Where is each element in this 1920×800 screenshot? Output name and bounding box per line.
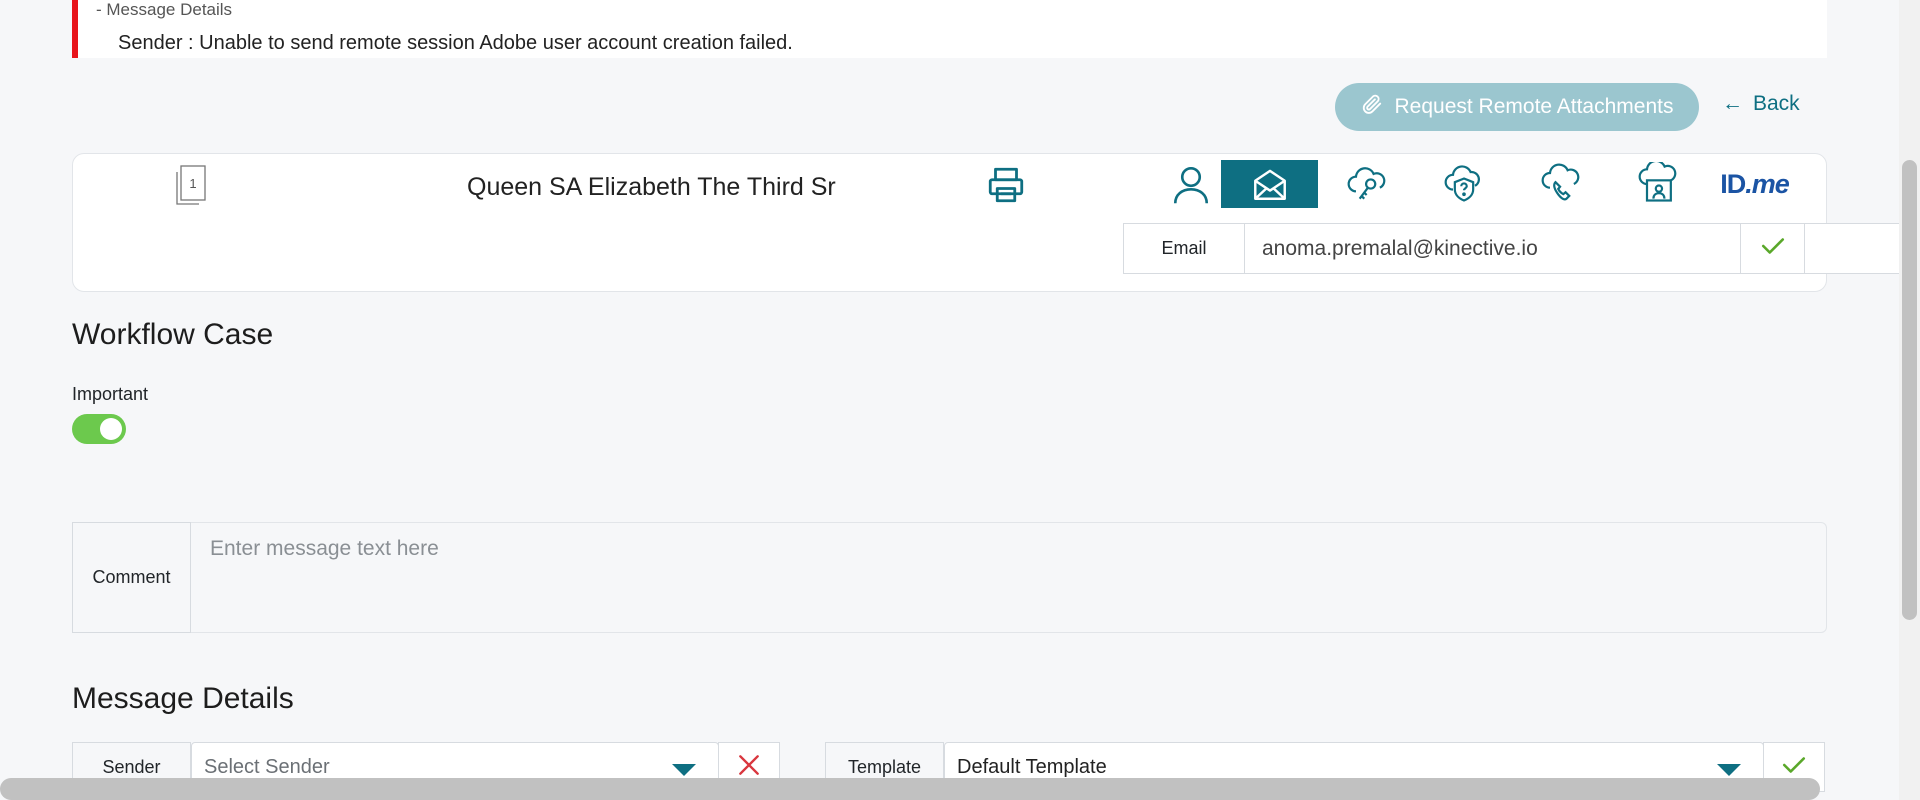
back-label: Back bbox=[1753, 92, 1800, 115]
template-select-value: Default Template bbox=[957, 755, 1107, 778]
workflow-case-title: Workflow Case bbox=[72, 318, 274, 351]
printer-icon[interactable] bbox=[985, 164, 1027, 211]
check-icon bbox=[1760, 235, 1786, 262]
cloud-key-icon[interactable] bbox=[1318, 160, 1415, 208]
email-icon[interactable] bbox=[1221, 160, 1318, 208]
comment-label: Comment bbox=[72, 522, 191, 633]
vertical-scrollbar-thumb[interactable] bbox=[1902, 160, 1917, 620]
cloud-phone-icon[interactable] bbox=[1512, 160, 1609, 208]
cloud-shield-question-icon[interactable] bbox=[1415, 160, 1512, 208]
message-details-title: Message Details bbox=[72, 682, 294, 715]
check-icon bbox=[1781, 754, 1807, 781]
caret-down-icon bbox=[672, 764, 696, 776]
customer-card: 1 Queen SA Elizabeth The Third Sr ID.me … bbox=[72, 153, 1913, 292]
important-toggle[interactable] bbox=[72, 414, 126, 444]
sender-select-value: Select Sender bbox=[204, 755, 330, 778]
caret-down-icon bbox=[1717, 764, 1741, 776]
back-link[interactable]: ← Back bbox=[1722, 92, 1800, 116]
paperclip-icon bbox=[1361, 93, 1383, 121]
horizontal-scrollbar[interactable] bbox=[0, 778, 1899, 800]
document-pages-icon[interactable]: 1 bbox=[173, 164, 209, 211]
customer-name: Queen SA Elizabeth The Third Sr bbox=[467, 173, 836, 201]
request-remote-attachments-button[interactable]: Request Remote Attachments bbox=[1335, 83, 1699, 131]
horizontal-scrollbar-thumb[interactable] bbox=[0, 778, 1820, 800]
vertical-scrollbar[interactable] bbox=[1899, 0, 1920, 800]
page-count: 1 bbox=[189, 176, 196, 191]
email-field[interactable]: anoma.premalal@kinective.io bbox=[1245, 223, 1913, 274]
email-confirm-button[interactable] bbox=[1740, 223, 1805, 274]
comment-textarea[interactable]: Enter message text here bbox=[191, 522, 1827, 633]
error-banner: - Message Details Sender : Unable to sen… bbox=[72, 0, 1827, 58]
arrow-left-icon: ← bbox=[1722, 92, 1743, 115]
request-remote-attachments-label: Request Remote Attachments bbox=[1394, 95, 1674, 118]
idme-logo[interactable]: ID.me bbox=[1706, 160, 1803, 208]
error-banner-title: - Message Details bbox=[96, 0, 233, 19]
cloud-id-card-icon[interactable] bbox=[1609, 160, 1706, 208]
error-banner-message: Sender : Unable to send remote session A… bbox=[118, 32, 793, 54]
important-label: Important bbox=[72, 384, 149, 404]
email-label: Email bbox=[1123, 223, 1245, 274]
